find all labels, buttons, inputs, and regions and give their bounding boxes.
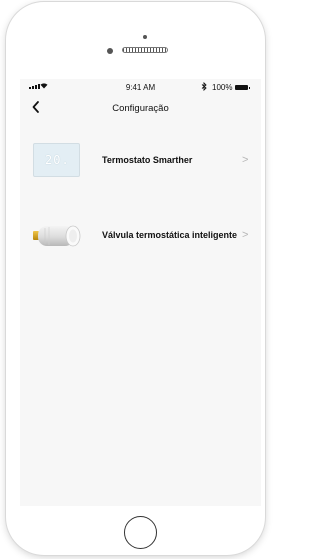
device-item-radiator-valve[interactable]: Válvula termostática inteligente > (20, 216, 261, 254)
app-screen: 9:41 AM 100% Configuração 20. Termostato… (20, 79, 261, 506)
device-label: Válvula termostática inteligente (102, 230, 238, 240)
device-label: Termostato Smarther (102, 155, 193, 165)
battery-percentage: 100% (212, 83, 233, 92)
battery-icon (235, 85, 250, 90)
home-button[interactable] (124, 516, 157, 549)
device-item-thermostat[interactable]: 20. Termostato Smarther > (20, 141, 261, 179)
front-camera (107, 48, 113, 54)
chevron-right-icon: > (242, 229, 249, 241)
chevron-right-icon: > (242, 154, 249, 166)
radiator-valve-icon (31, 220, 83, 250)
navigation-bar: Configuração (20, 97, 261, 117)
page-title: Configuração (112, 103, 169, 114)
thermostat-icon: 20. (33, 143, 80, 177)
earpiece-speaker (122, 47, 168, 53)
status-bar: 9:41 AM 100% (20, 79, 261, 97)
proximity-sensor (143, 35, 147, 39)
bluetooth-icon (201, 81, 207, 93)
thermostat-reading: 20. (45, 153, 70, 167)
